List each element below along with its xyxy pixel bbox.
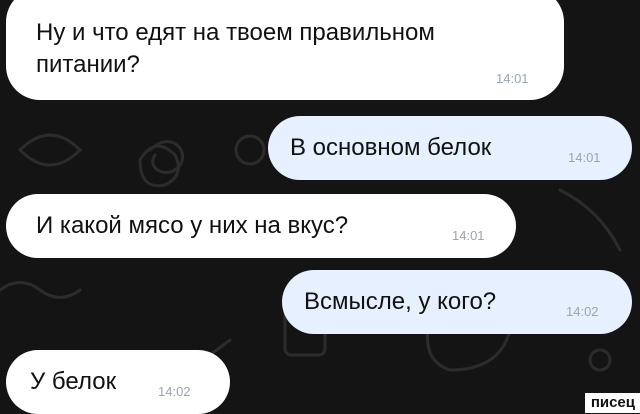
- message-timestamp: 14:01: [568, 150, 601, 165]
- message-timestamp: 14:01: [452, 228, 485, 243]
- leaf-doodle: [17, 133, 83, 167]
- message-text: У белок: [30, 368, 117, 395]
- message-text: В основном белок: [290, 134, 492, 161]
- incoming-message-bubble[interactable]: У белок 14:02: [6, 350, 230, 414]
- pretzel-doodle: [138, 144, 180, 188]
- dot-doodle: [588, 348, 612, 372]
- watermark: писец: [584, 393, 640, 413]
- incoming-message-bubble[interactable]: И какой мясо у них на вкус? 14:01: [6, 194, 516, 258]
- message-timestamp: 14:01: [496, 71, 529, 86]
- outgoing-message-bubble[interactable]: В основном белок 14:01: [268, 116, 632, 180]
- message-timestamp: 14:02: [158, 384, 191, 399]
- arc-doodle: [558, 188, 622, 252]
- message-text-line: Ну и что едят на твоем правильном: [36, 19, 435, 46]
- message-text-line: питании?: [36, 51, 140, 78]
- ring-doodle: [234, 134, 266, 166]
- message-text: И какой мясо у них на вкус?: [36, 212, 349, 239]
- incoming-message-bubble[interactable]: Ну и что едят на твоем правильном питани…: [6, 0, 564, 100]
- outgoing-message-bubble[interactable]: Всмысле, у кого? 14:02: [282, 270, 632, 334]
- message-text: Всмысле, у кого?: [304, 288, 497, 315]
- wave-doodle: [0, 281, 82, 299]
- message-timestamp: 14:02: [566, 304, 599, 319]
